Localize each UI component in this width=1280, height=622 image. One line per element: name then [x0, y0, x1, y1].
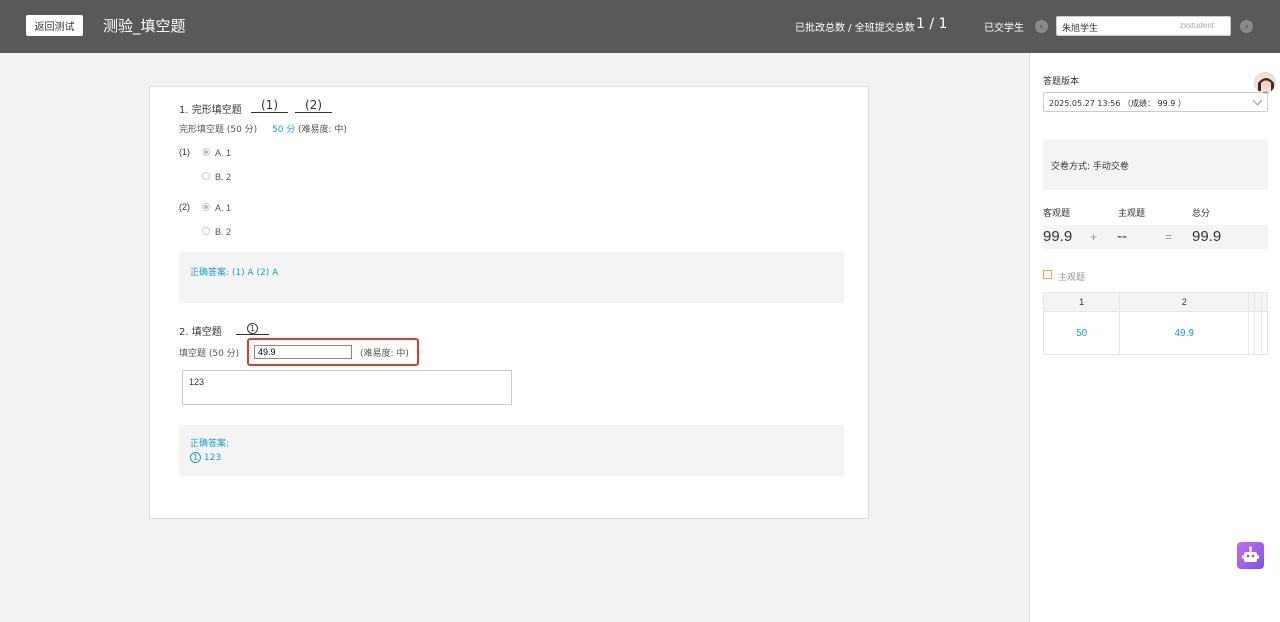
score-input[interactable] [254, 345, 352, 359]
question-score-grid: 1 2 50 49.9 [1042, 292, 1269, 355]
version-value: 2025.05.27 13:56 （成绩： 99.9 ） [1049, 99, 1186, 108]
student-id: zxstudent [1179, 21, 1214, 30]
sub-question-1-number: (1) [179, 147, 190, 157]
subjective-score: -- [1117, 228, 1127, 245]
submit-method: 交卷方式: 手动交卷 [1051, 162, 1129, 172]
chevron-left-icon: ‹ [1040, 21, 1043, 31]
graded-total-label: 已批改总数 / 全班提交总数 [795, 23, 915, 34]
question-1-score[interactable]: 50 分 [272, 122, 295, 135]
question-1-difficulty: (难易度: 中) [298, 125, 347, 135]
page-title: 测验_填空题 [103, 17, 186, 35]
submit-method-box: 交卷方式: 手动交卷 [1043, 139, 1268, 190]
question-2-answer-box: 正确答案: 1 123 [179, 425, 844, 476]
objective-label: 客观题 [1043, 209, 1071, 219]
top-header: 返回测试 测验_填空题 已批改总数 / 全班提交总数 1 / 1 已交学生 ‹ … [0, 0, 1280, 53]
total-label: 总分 [1192, 209, 1211, 219]
question-2-correct-answer: 1 123 [190, 452, 221, 463]
objective-score: 99.9 [1043, 228, 1073, 245]
grid-score-5 [1260, 311, 1269, 355]
version-label: 答题版本 [1043, 77, 1080, 87]
grid-header-1[interactable]: 1 [1042, 292, 1121, 312]
graded-count: 1 / 1 [916, 16, 948, 32]
submitted-students-label: 已交学生 [984, 23, 1024, 34]
sub2-option-a-label: A. 1 [215, 203, 232, 213]
subjective-legend-swatch [1043, 270, 1052, 279]
prev-student-button[interactable]: ‹ [1035, 20, 1048, 33]
circled-number: 1 [190, 452, 201, 463]
sub2-option-a-radio[interactable] [202, 203, 210, 211]
student-select[interactable]: 朱旭学生 zxstudent [1056, 16, 1231, 36]
question-1-correct-answer: 正确答案: (1) A (2) A [190, 268, 279, 278]
correct-answer-value: 123 [203, 453, 222, 463]
score-summary-row: 99.9 + -- = 99.9 [1043, 225, 1268, 249]
question-2-correct-answer-label: 正确答案: [190, 439, 230, 449]
chevron-right-icon: › [1245, 21, 1248, 31]
chevron-down-icon [1252, 95, 1263, 106]
sub-question-2-number: (2) [179, 202, 190, 212]
version-select[interactable]: 2025.05.27 13:56 （成绩： 99.9 ） [1043, 92, 1268, 112]
user-avatar[interactable] [1254, 72, 1276, 94]
student-response: 123 [189, 377, 205, 387]
question-1-blank-2: (2) [295, 98, 332, 113]
sub1-option-b-radio[interactable] [202, 172, 210, 180]
grid-header-5 [1260, 292, 1269, 312]
question-2-meta: 填空题 (50 分) [179, 349, 240, 359]
question-2-blank-1: 1 [236, 320, 269, 335]
equals-sign: = [1165, 230, 1173, 244]
grid-header-2[interactable]: 2 [1119, 292, 1250, 312]
student-name: 朱旭学生 [1062, 24, 1099, 34]
grid-score-1[interactable]: 50 [1042, 311, 1121, 355]
sub2-option-b-radio[interactable] [202, 227, 210, 235]
sub1-option-a-radio[interactable] [202, 148, 210, 156]
question-2-difficulty: (难易度: 中) [360, 349, 409, 359]
plus-sign: + [1090, 230, 1098, 244]
right-panel: 答题版本 2025.05.27 13:56 （成绩： 99.9 ） 交卷方式: … [1029, 53, 1280, 622]
sub1-option-a-label: A. 1 [215, 148, 232, 158]
next-student-button[interactable]: › [1240, 20, 1253, 33]
question-1-answer-box: 正确答案: (1) A (2) A [179, 252, 844, 303]
student-response-box: 123 [182, 370, 512, 405]
question-1-blank-1: (1) [251, 98, 288, 113]
total-score: 99.9 [1192, 228, 1222, 245]
question-2-title: 2. 填空题 [179, 327, 222, 338]
back-to-test-button[interactable]: 返回测试 [26, 15, 83, 36]
grid-score-2[interactable]: 49.9 [1119, 311, 1250, 355]
circled-number: 1 [247, 323, 258, 334]
ai-assistant-button[interactable] [1237, 542, 1264, 569]
sub1-option-b-label: B. 2 [215, 172, 232, 182]
question-1-meta: 完形填空题 (50 分) [179, 125, 258, 135]
question-paper: 1. 完形填空题 (1) (2) 完形填空题 (50 分) 50 分 (难易度:… [149, 86, 869, 519]
subjective-label: 主观题 [1118, 209, 1146, 219]
subjective-legend-label: 主观题 [1058, 273, 1086, 283]
robot-icon [1242, 546, 1259, 562]
sub2-option-b-label: B. 2 [215, 227, 232, 237]
question-1-title: 1. 完形填空题 [179, 105, 242, 116]
